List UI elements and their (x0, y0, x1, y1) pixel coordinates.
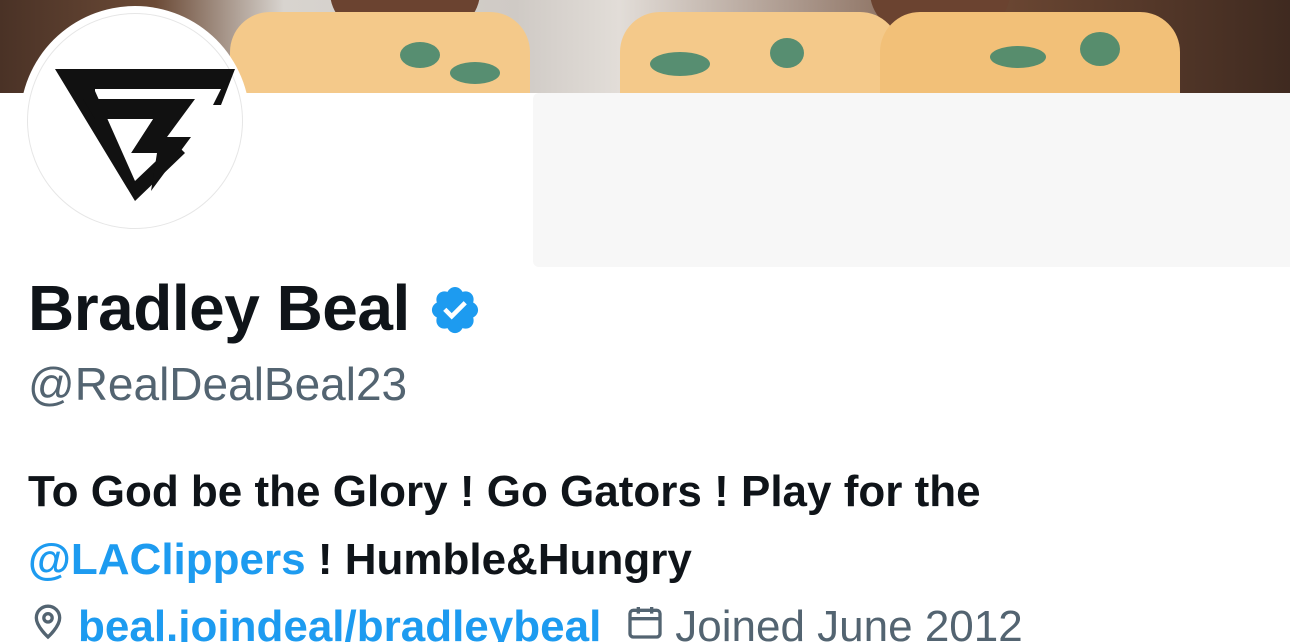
profile-name: Bradley Beal (28, 272, 410, 344)
banner-photo-detail (230, 12, 530, 93)
banner-photo-detail (620, 12, 900, 93)
profile-bio: To God be the Glory ! Go Gators ! Play f… (28, 458, 1268, 594)
header-placeholder-panel (533, 93, 1290, 267)
joined-date: Joined June 2012 (675, 602, 1023, 642)
profile-handle: @RealDealBeal23 (28, 358, 408, 410)
b3-shield-logo (55, 69, 235, 201)
verified-badge-icon[interactable] (428, 283, 482, 337)
bio-text: To God be the Glory ! Go Gators ! Play f… (28, 467, 981, 516)
location-pin-icon (34, 604, 62, 640)
bio-mention-link[interactable]: @LAClippers (28, 535, 306, 584)
website-link[interactable]: beal.joindeal/bradleybeal (78, 602, 601, 642)
profile-name-row: Bradley Beal (28, 272, 482, 344)
profile-meta-row: beal.joindeal/bradleybeal Joined June 20… (28, 602, 1290, 642)
calendar-icon (628, 607, 662, 639)
bio-text: ! Humble&Hungry (305, 535, 692, 584)
banner-photo-detail (880, 12, 1180, 93)
profile-avatar[interactable] (20, 6, 250, 236)
